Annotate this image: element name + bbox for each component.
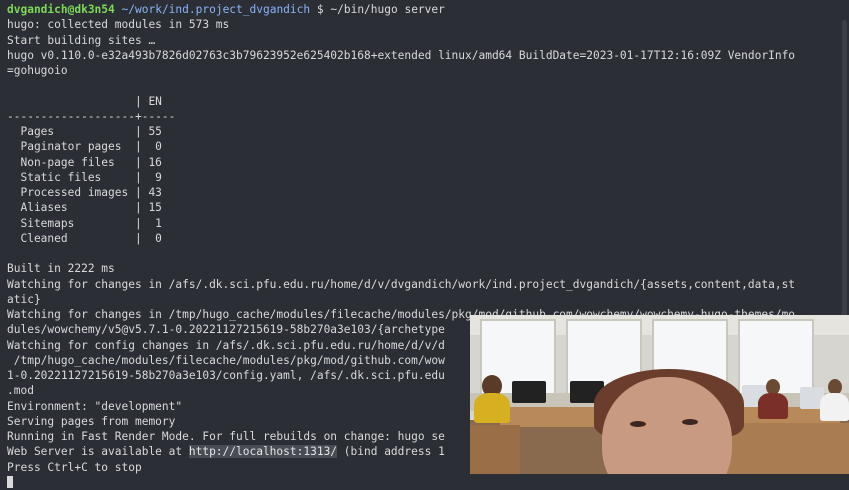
stats-table-row: Non-page files | 16 — [7, 155, 162, 169]
prompt-symbol: $ — [316, 3, 324, 16]
stats-table-row: Processed images | 43 — [7, 186, 162, 199]
output-line: =gohugoio — [7, 64, 68, 77]
webcam-person — [474, 393, 510, 423]
stats-table-separator: -------------------+----- — [7, 109, 176, 123]
output-line: hugo v0.110.0-e32a493b7826d02763c3b79623… — [7, 48, 796, 62]
stats-table-row: Paginator pages | 0 — [7, 140, 162, 154]
output-line: atic} — [7, 292, 41, 306]
localhost-url-link[interactable]: http://localhost:1313/ — [188, 445, 338, 459]
prompt-user: dvgandich@dk3n54 — [7, 3, 115, 16]
stats-table-row: Cleaned | 0 — [7, 231, 162, 245]
webcam-person — [820, 393, 849, 421]
stats-table-row: Pages | 55 — [7, 125, 162, 138]
output-line: Built in 2222 ms — [7, 262, 115, 276]
cursor-line[interactable] — [7, 475, 849, 490]
webcam-person — [758, 393, 788, 419]
output-line: hugo: collected modules in 573 ms — [7, 18, 230, 32]
prompt-line: dvgandich@dk3n54 ~/work/ind.project_dvga… — [7, 2, 849, 17]
webcam-presenter-eye — [682, 419, 698, 425]
server-url-prefix: Web Server is available at — [7, 445, 189, 459]
text-cursor — [7, 475, 13, 488]
webcam-video-feed — [470, 315, 849, 474]
stats-table-row: Sitemaps | 1 — [7, 216, 162, 230]
webcam-desk — [470, 425, 520, 474]
output-line: Watching for changes in /afs/.dk.sci.pfu… — [7, 277, 796, 291]
stats-table-row: Static files | 9 — [7, 170, 162, 184]
prompt-command: ~/bin/hugo server — [330, 3, 445, 16]
stats-table-row: Aliases | 15 — [7, 201, 162, 215]
stats-table-header: | EN — [7, 94, 162, 108]
server-url-suffix: (bind address 1 — [337, 445, 445, 459]
webcam-monitor — [512, 381, 546, 403]
output-line: Start building sites … — [7, 33, 156, 47]
prompt-path: ~/work/ind.project_dvgandich — [121, 3, 311, 16]
webcam-presenter-eye — [630, 421, 646, 427]
